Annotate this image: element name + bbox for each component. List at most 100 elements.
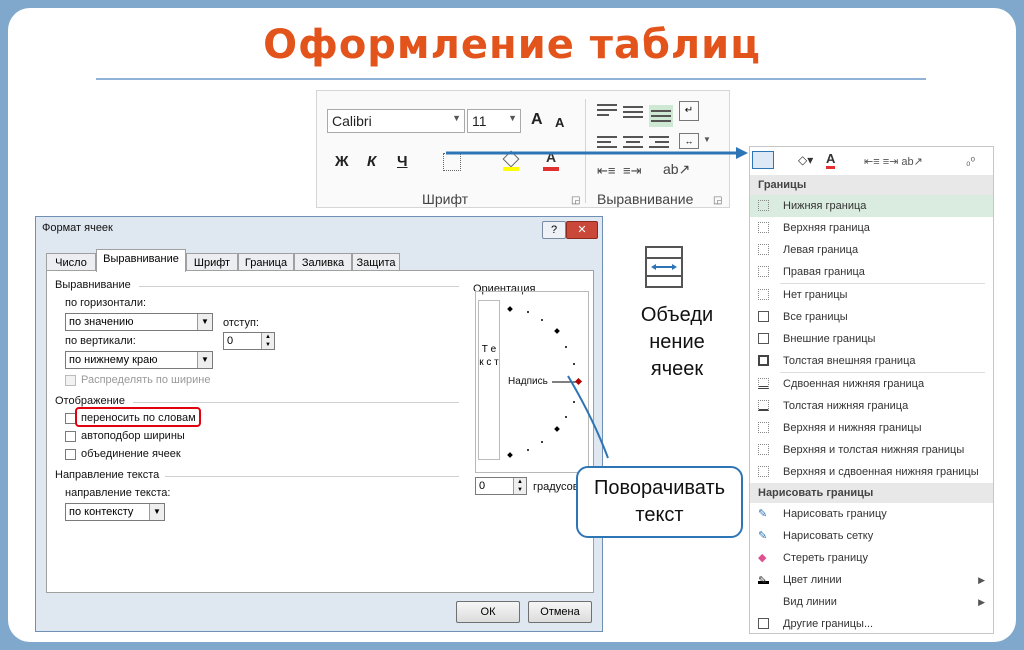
menu-item-top-thick-bottom-border[interactable]: Верхняя и толстая нижняя границы bbox=[750, 439, 993, 461]
menu-item-erase-border[interactable]: ◆ Стереть границу bbox=[750, 547, 993, 569]
chevron-down-icon[interactable]: ▼ bbox=[703, 135, 711, 144]
menu-item-double-bottom-border[interactable]: Сдвоенная нижняя граница bbox=[750, 373, 993, 395]
close-button[interactable]: ✕ bbox=[566, 221, 598, 239]
alignment-panel: Выравнивание по горизонтали: по значению… bbox=[46, 270, 594, 593]
menu-item-label: Внешние границы bbox=[783, 333, 876, 345]
cancel-button[interactable]: Отмена bbox=[528, 601, 592, 623]
orientation-icon[interactable]: ab↗ bbox=[663, 161, 690, 178]
direction-select-value: по контексту bbox=[69, 506, 134, 518]
menu-item-label: Нет границы bbox=[783, 289, 848, 301]
direction-select[interactable]: по контексту ▼ bbox=[65, 503, 165, 521]
menu-item-draw-border[interactable]: ✎ Нарисовать границу bbox=[750, 503, 993, 525]
fill-color-icon[interactable] bbox=[502, 150, 520, 171]
menu-item-top-bottom-border[interactable]: Верхняя и нижняя границы bbox=[750, 417, 993, 439]
menu-item-outside-borders[interactable]: Внешние границы bbox=[750, 328, 993, 350]
decrease-indent-icon[interactable]: ⇤≡ bbox=[597, 163, 615, 179]
tab-protection[interactable]: Защита bbox=[352, 253, 400, 271]
align-bottom-icon[interactable] bbox=[649, 105, 673, 127]
merge-center-icon[interactable]: ↔ bbox=[679, 133, 699, 149]
underline-button[interactable]: Ч bbox=[397, 153, 408, 170]
number-format-icon[interactable]: ₀⁰ bbox=[966, 155, 975, 168]
outside-borders-icon bbox=[758, 333, 769, 344]
font-size-combo[interactable]: 11 ▼ bbox=[467, 109, 521, 133]
spin-arrows-icon[interactable]: ▲ ▼ bbox=[261, 333, 274, 349]
tab-fill[interactable]: Заливка bbox=[294, 253, 352, 271]
font-dialog-launcher-icon[interactable]: ◲ bbox=[571, 195, 580, 206]
tab-number[interactable]: Число bbox=[46, 253, 96, 271]
font-color-icon[interactable]: A bbox=[543, 149, 559, 171]
chevron-right-icon: ▶ bbox=[978, 597, 985, 607]
degrees-stepper[interactable]: 0 ▲ ▼ bbox=[475, 477, 527, 495]
section-divider bbox=[165, 476, 459, 477]
indent-value: 0 bbox=[227, 335, 234, 347]
font-group-label: Шрифт bbox=[422, 191, 469, 207]
vertical-select[interactable]: по нижнему краю ▼ bbox=[65, 351, 213, 369]
menu-item-label: Верхняя и толстая нижняя границы bbox=[783, 444, 965, 456]
menu-item-top-double-bottom-border[interactable]: Верхняя и сдвоенная нижняя границы bbox=[750, 461, 993, 483]
left-border-icon bbox=[758, 244, 769, 255]
merge-cells-checkbox[interactable] bbox=[65, 449, 76, 460]
menu-item-no-border[interactable]: Нет границы bbox=[750, 284, 993, 306]
menu-item-draw-grid[interactable]: ✎ Нарисовать сетку bbox=[750, 525, 993, 547]
menu-item-more-borders[interactable]: Другие границы... bbox=[750, 613, 993, 633]
line-color-icon: ✎ bbox=[758, 570, 769, 587]
menu-item-left-border[interactable]: Левая граница bbox=[750, 239, 993, 261]
menu-item-bottom-border[interactable]: Нижняя граница bbox=[750, 195, 993, 217]
menu-item-thick-bottom-border[interactable]: Толстая нижняя граница bbox=[750, 395, 993, 417]
font-name-combo[interactable]: Calibri ▼ bbox=[327, 109, 465, 133]
font-size-value: 11 bbox=[472, 113, 487, 129]
borders-icon[interactable] bbox=[443, 153, 461, 171]
slide-title: Оформление таблиц bbox=[263, 22, 761, 68]
increase-indent-icon[interactable]: ≡⇥ bbox=[623, 163, 641, 179]
wrap-text-icon[interactable]: ↵ bbox=[679, 101, 699, 121]
merge-caption: Объеди нение ячеек bbox=[640, 304, 714, 380]
draw-borders-header: Нарисовать границы bbox=[750, 483, 993, 503]
bottom-border-icon bbox=[758, 200, 769, 211]
menu-item-label: Цвет линии bbox=[783, 574, 842, 586]
autofit-checkbox[interactable] bbox=[65, 431, 76, 442]
alignment-dialog-launcher-icon[interactable]: ◲ bbox=[713, 195, 722, 206]
fill-color-icon[interactable]: ◇▾ bbox=[798, 153, 813, 167]
menu-item-top-border[interactable]: Верхняя граница bbox=[750, 217, 993, 239]
indent-icons[interactable]: ⇤≡ ≡⇥ ab↗ bbox=[864, 155, 923, 168]
menu-item-label: Толстая внешняя граница bbox=[783, 355, 916, 367]
menu-item-line-color[interactable]: ✎ Цвет линии ▶ bbox=[750, 569, 993, 591]
tab-alignment[interactable]: Выравнивание bbox=[96, 249, 186, 272]
grow-font-button[interactable]: A bbox=[531, 111, 543, 129]
spin-arrows-icon[interactable]: ▲ ▼ bbox=[513, 478, 526, 494]
horizontal-select[interactable]: по значению ▼ bbox=[65, 313, 213, 331]
menu-item-label: Сдвоенная нижняя граница bbox=[783, 378, 925, 390]
tab-border[interactable]: Граница bbox=[238, 253, 294, 271]
menu-item-label: Нарисовать сетку bbox=[783, 530, 874, 542]
shrink-font-button[interactable]: A bbox=[555, 115, 564, 130]
align-center-icon[interactable] bbox=[623, 133, 643, 151]
menu-item-thick-outside-border[interactable]: Толстая внешняя граница bbox=[750, 350, 993, 372]
bold-button[interactable]: Ж bbox=[335, 153, 349, 170]
menu-item-line-style[interactable]: Вид линии ▶ bbox=[750, 591, 993, 613]
align-top-icon[interactable] bbox=[597, 101, 617, 119]
chevron-down-icon: ▼ bbox=[197, 314, 212, 330]
ribbon-snippet: Calibri ▼ 11 ▼ A A Ж К Ч A Шрифт ◲ ↵ ↔ ▼… bbox=[316, 90, 730, 208]
help-button[interactable]: ? bbox=[542, 221, 566, 239]
group-divider bbox=[585, 99, 586, 203]
alignment-section-title: Выравнивание bbox=[55, 279, 131, 291]
distribute-checkbox[interactable] bbox=[65, 375, 76, 386]
ok-button[interactable]: ОК bbox=[456, 601, 520, 623]
menu-item-label: Правая граница bbox=[783, 266, 865, 278]
menu-item-right-border[interactable]: Правая граница bbox=[750, 261, 993, 283]
top-bottom-border-icon bbox=[758, 422, 769, 433]
font-color-icon[interactable]: A bbox=[826, 151, 836, 169]
grid-pencil-icon: ✎ bbox=[758, 530, 768, 542]
italic-button[interactable]: К bbox=[367, 153, 376, 170]
tab-font[interactable]: Шрифт bbox=[186, 253, 238, 271]
borders-menu-header: Границы bbox=[750, 175, 993, 195]
menu-item-all-borders[interactable]: Все границы bbox=[750, 306, 993, 328]
align-middle-icon[interactable] bbox=[623, 103, 643, 121]
align-left-icon[interactable] bbox=[597, 133, 617, 151]
indent-stepper[interactable]: 0 ▲ ▼ bbox=[223, 332, 275, 350]
merge-cells-label: объединение ячеек bbox=[81, 448, 181, 460]
menu-item-label: Все границы bbox=[783, 311, 848, 323]
align-right-icon[interactable] bbox=[649, 133, 669, 151]
orientation-control[interactable]: Т е к с т Надпись bbox=[475, 291, 589, 473]
borders-button-icon[interactable] bbox=[752, 151, 774, 169]
